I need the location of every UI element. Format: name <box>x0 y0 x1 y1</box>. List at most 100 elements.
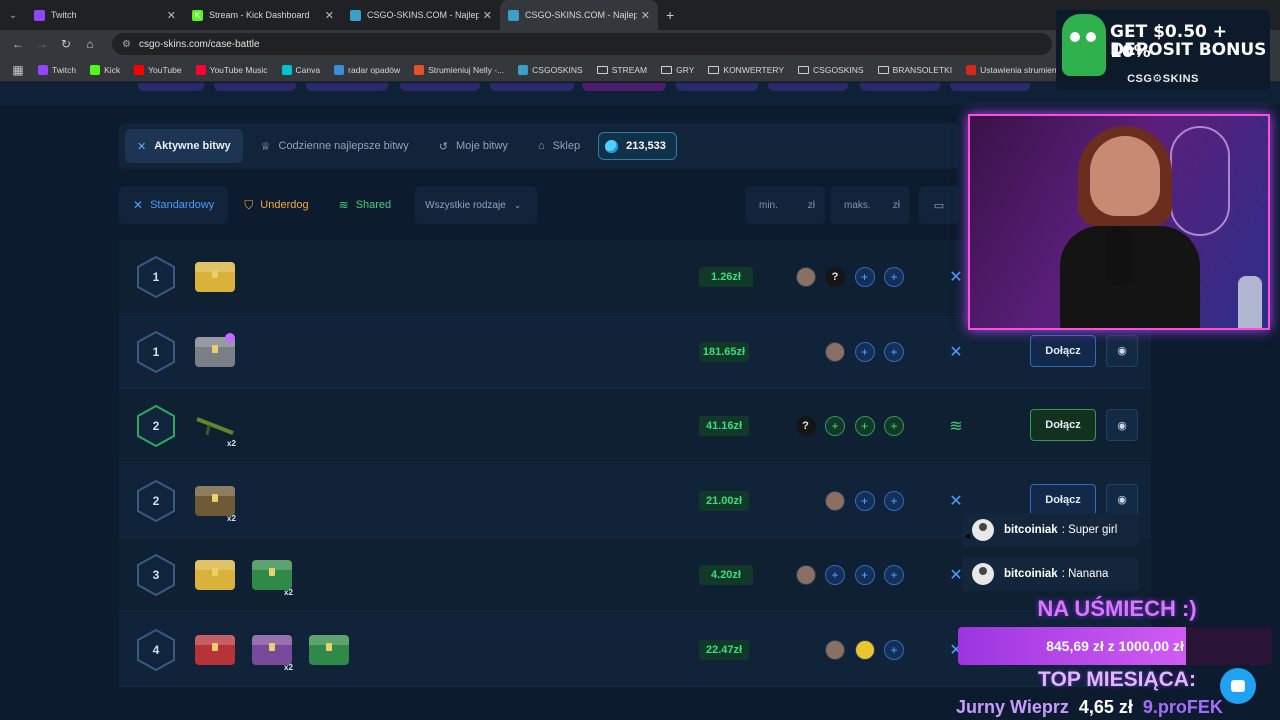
min-currency: zł <box>807 199 815 211</box>
bookmark-label: Canva <box>295 64 321 75</box>
min-price-field[interactable]: min. zł <box>745 186 825 224</box>
close-tab-icon[interactable]: ✕ <box>641 9 650 22</box>
join-slot-button[interactable]: + <box>825 416 845 436</box>
player-avatar <box>854 639 875 660</box>
battle-row[interactable]: 2 x2 41.16zł? + + + ≋ Dołącz ◉ <box>119 389 1151 463</box>
player-avatar <box>795 267 816 287</box>
bookmark-item[interactable]: Strumieniuj Nelly -... <box>414 64 504 75</box>
join-slot-button[interactable]: + <box>884 416 904 436</box>
max-placeholder: maks. <box>844 199 871 211</box>
nav-tab[interactable]: ↺ Moje bitwy <box>427 129 520 163</box>
bookmark-item[interactable]: Twitch <box>38 64 76 75</box>
folder-icon <box>877 65 889 74</box>
mode-filter-std[interactable]: ✕ Standardowy <box>119 186 229 224</box>
folder-icon <box>596 65 608 74</box>
round-badge: 2 <box>135 404 177 448</box>
forward-icon[interactable]: → <box>30 37 54 51</box>
join-slot-button[interactable]: + <box>854 416 875 436</box>
nav-tab[interactable]: ♕ Codzienne najlepsze bitwy <box>249 129 421 163</box>
nav-tab-label: Codzienne najlepsze bitwy <box>278 140 409 152</box>
join-button[interactable]: Dołącz <box>1030 483 1096 516</box>
case-multiplier: x2 <box>227 513 236 523</box>
max-price-field[interactable]: maks. zł <box>830 186 910 224</box>
tab-search-icon[interactable]: ⌄ <box>0 0 26 30</box>
join-slot-button[interactable]: + <box>884 565 904 585</box>
battle-price: 4.20zł <box>699 565 753 585</box>
reload-icon[interactable]: ↻ <box>54 37 78 51</box>
join-slot-button[interactable]: + <box>825 565 845 585</box>
join-button[interactable]: Dołącz <box>1030 334 1096 367</box>
join-slot-button[interactable]: + <box>884 639 904 660</box>
user-avatar-icon <box>972 519 994 541</box>
calendar-icon[interactable]: ▭ <box>919 186 959 224</box>
promo-brand: CSG⚙SKINS <box>1127 73 1199 85</box>
home-icon[interactable]: ⌂ <box>78 37 102 51</box>
site-settings-icon[interactable]: ⚙ <box>122 39 131 50</box>
case-multiplier: x2 <box>284 662 293 672</box>
join-slot-button[interactable]: + <box>854 341 875 362</box>
case-image <box>309 634 349 665</box>
bookmark-label: STREAM <box>611 64 648 75</box>
close-tab-icon[interactable]: ✕ <box>325 9 334 22</box>
case-image <box>195 485 235 516</box>
balance-badge[interactable]: 213,533 <box>598 132 677 160</box>
round-count: 2 <box>152 493 160 508</box>
join-slot-button[interactable]: + <box>854 490 875 511</box>
bookmark-item[interactable]: YouTube Music <box>195 64 268 75</box>
browser-tab[interactable]: Twitch ✕ <box>26 0 184 30</box>
bookmark-item[interactable]: Ustawienia strumien... <box>966 64 1064 75</box>
bookmark-item[interactable]: CSGOSKINS <box>518 64 583 75</box>
join-button[interactable]: Dołącz <box>1030 409 1096 441</box>
mascot-image <box>1062 14 1106 76</box>
standard-mode-icon: ✕ <box>949 492 963 510</box>
chat-username: bitcoiniak <box>1004 568 1058 580</box>
bookmark-item[interactable]: GRY <box>661 65 694 75</box>
browser-tab[interactable]: K Stream - Kick Dashboard ✕ <box>184 0 342 30</box>
mode-filter-shr[interactable]: ≋ Shared <box>325 186 406 224</box>
chat-bubble-icon[interactable] <box>1220 668 1256 704</box>
goal-progress-text: 845,69 zł z 1000,00 zł <box>1046 638 1184 654</box>
bookmark-label: YouTube <box>148 64 182 75</box>
close-tab-icon[interactable]: ✕ <box>167 9 176 22</box>
join-slot-button[interactable]: + <box>884 490 904 511</box>
player-avatar <box>825 341 845 362</box>
mode-filter-und[interactable]: ⛉ Underdog <box>230 186 322 224</box>
top-value-1: 4,65 zł <box>1078 696 1133 717</box>
bookmark-item[interactable]: STREAM <box>596 64 648 75</box>
case-multiplier: x2 <box>227 439 236 448</box>
join-slot-button[interactable]: + <box>884 267 904 287</box>
watch-eye-icon[interactable]: ◉ <box>1106 483 1138 516</box>
bookmark-item[interactable]: YouTube <box>134 64 182 75</box>
join-slot-button[interactable]: + <box>854 565 875 585</box>
bookmark-item[interactable]: BRANSOLETKI <box>877 64 953 75</box>
join-slot-button[interactable]: + <box>854 267 875 287</box>
nav-tab[interactable]: ⌂ Sklep <box>526 129 592 163</box>
bookmark-item[interactable]: Canva <box>281 64 321 75</box>
apps-icon[interactable]: ▦ <box>6 63 30 77</box>
round-count: 3 <box>152 568 160 582</box>
browser-tab[interactable]: CSGO-SKINS.COM - Najlepsze ✕ <box>500 0 658 30</box>
bookmark-item[interactable]: KONWERTERY <box>708 65 784 75</box>
browser-tab[interactable]: CSGO-SKINS.COM - Najlepsze ✕ <box>342 0 500 30</box>
bookmark-label: CSGOSKINS <box>532 64 583 75</box>
bookmark-item[interactable]: radar opadów <box>334 64 400 75</box>
battle-filters: ✕ Standardowy ⛉ Underdog ≋ Shared Wszystkie ro… <box>119 186 959 224</box>
type-dropdown[interactable]: Wszystkie rodzaje ⌄ <box>415 186 538 224</box>
close-tab-icon[interactable]: ✕ <box>483 9 492 22</box>
url-field[interactable]: ⚙ csgo-skins.com/case-battle <box>112 33 1052 55</box>
battle-nav: ✕ Aktywne bitwy ♕ Codzienne najlepsze bitwy… <box>119 123 959 169</box>
bookmark-item[interactable]: CSGOSKINS <box>798 65 864 75</box>
bookmark-label: BRANSOLETKI <box>892 64 953 75</box>
balance-value: 213,533 <box>626 140 666 152</box>
join-slot-button[interactable]: + <box>884 341 904 362</box>
back-icon[interactable]: ← <box>6 37 30 51</box>
watch-eye-icon[interactable]: ◉ <box>1106 334 1138 367</box>
chat-username: bitcoiniak <box>1004 524 1058 536</box>
case-image <box>195 634 235 665</box>
new-tab-button[interactable]: + <box>658 7 682 23</box>
nav-tab[interactable]: ✕ Aktywne bitwy <box>125 129 243 163</box>
bookmark-item[interactable]: Kick <box>90 64 120 75</box>
watch-eye-icon[interactable]: ◉ <box>1106 409 1138 441</box>
case-image <box>195 560 235 590</box>
bookmark-favicon-icon <box>518 64 529 75</box>
